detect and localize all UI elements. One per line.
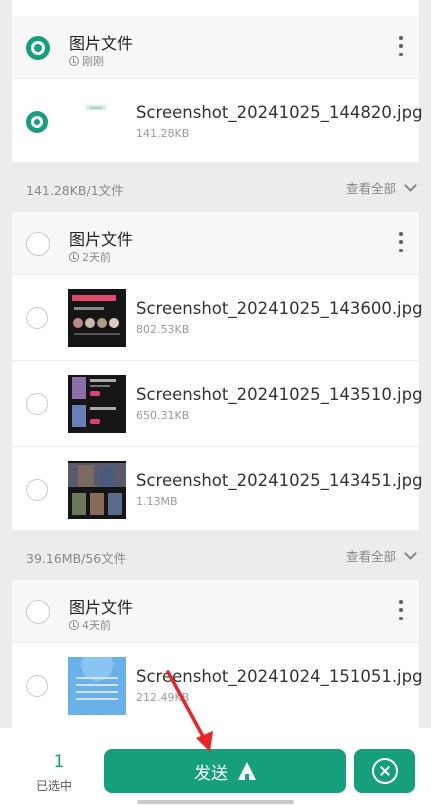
file-name: Screenshot_20241025_143600.jpg <box>136 299 423 318</box>
file-name: Screenshot_20241025_143451.jpg <box>136 471 423 490</box>
file-size: 212.49KB <box>136 691 190 704</box>
clock-icon <box>69 56 79 66</box>
chevron-down-icon <box>404 546 417 560</box>
chevron-down-icon <box>404 178 417 192</box>
group-summary: 141.28KB/1文件 查看全部 <box>0 162 431 212</box>
clock-icon <box>69 620 79 630</box>
home-indicator <box>137 800 294 804</box>
group-header: 图片文件 4天前 <box>12 580 419 642</box>
more-vert-icon[interactable] <box>399 232 403 252</box>
clock-icon <box>69 252 79 262</box>
group-title: 图片文件 <box>69 34 134 53</box>
group-select-checkbox[interactable] <box>26 36 50 60</box>
file-group: 图片文件 刚刚 Screenshot_20241025_144820.jpg 1… <box>12 16 423 164</box>
file-thumbnail <box>68 93 126 151</box>
file-name: Screenshot_20241025_143510.jpg <box>136 385 423 404</box>
file-row[interactable]: Screenshot_20241025_143600.jpg 802.53KB <box>12 274 423 360</box>
close-circle-icon <box>371 758 398 784</box>
file-select-checkbox[interactable] <box>26 393 48 415</box>
file-select-checkbox[interactable] <box>26 111 48 133</box>
group-time: 4天前 <box>69 617 111 633</box>
file-name: Screenshot_20241024_151051.jpg <box>136 667 423 686</box>
view-all-label: 查看全部 <box>345 549 396 564</box>
file-select-checkbox[interactable] <box>26 307 48 329</box>
group-title: 图片文件 <box>69 598 134 617</box>
send-icon <box>238 762 256 780</box>
file-thumbnail <box>68 375 126 433</box>
file-name: Screenshot_20241025_144820.jpg <box>136 103 423 122</box>
file-size: 802.53KB <box>136 323 190 336</box>
file-thumbnail <box>68 289 126 347</box>
group-title: 图片文件 <box>69 230 134 249</box>
file-group: 图片文件 4天前 Screenshot_20241024_151051.jpg … <box>12 580 423 728</box>
bottom-action-bar: 1 已选中 发送 <box>0 728 431 805</box>
group-time-label: 4天前 <box>82 619 111 632</box>
group-stats: 39.16MB/56文件 <box>26 551 127 566</box>
group-time-label: 2天前 <box>82 251 111 264</box>
selected-count: 1 <box>53 752 65 772</box>
file-row[interactable]: Screenshot_20241025_144820.jpg 141.28KB <box>12 78 423 164</box>
file-size: 650.31KB <box>136 409 190 422</box>
previous-group-tail <box>12 0 419 16</box>
file-size: 1.13MB <box>136 495 178 508</box>
file-row[interactable]: Screenshot_20241025_143510.jpg 650.31KB <box>12 360 423 446</box>
file-thumbnail <box>68 657 126 715</box>
group-select-checkbox[interactable] <box>26 232 50 256</box>
view-all-label: 查看全部 <box>345 181 396 196</box>
file-thumbnail <box>68 461 126 519</box>
group-stats: 141.28KB/1文件 <box>26 183 124 198</box>
selected-label: 已选中 <box>36 779 73 793</box>
file-row[interactable]: Screenshot_20241025_143451.jpg 1.13MB <box>12 446 423 532</box>
file-select-checkbox[interactable] <box>26 479 48 501</box>
send-button[interactable]: 发送 <box>104 749 346 793</box>
group-select-checkbox[interactable] <box>26 600 50 624</box>
group-header: 图片文件 刚刚 <box>12 16 419 78</box>
group-time: 刚刚 <box>69 53 104 69</box>
view-all-link[interactable]: 查看全部 <box>345 178 417 197</box>
cancel-button[interactable] <box>354 749 415 793</box>
file-row[interactable]: Screenshot_20241024_151051.jpg 212.49KB <box>12 642 423 728</box>
view-all-link[interactable]: 查看全部 <box>345 546 417 565</box>
more-vert-icon[interactable] <box>399 36 403 56</box>
group-time-label: 刚刚 <box>82 55 104 68</box>
group-time: 2天前 <box>69 249 111 265</box>
send-button-label: 发送 <box>194 763 228 784</box>
group-summary: 39.16MB/56文件 查看全部 <box>0 530 431 580</box>
group-header: 图片文件 2天前 <box>12 212 419 274</box>
file-select-checkbox[interactable] <box>26 675 48 697</box>
file-group: 图片文件 2天前 Screenshot_20241025_143600.jpg … <box>12 212 423 532</box>
more-vert-icon[interactable] <box>399 600 403 620</box>
file-size: 141.28KB <box>136 127 190 140</box>
